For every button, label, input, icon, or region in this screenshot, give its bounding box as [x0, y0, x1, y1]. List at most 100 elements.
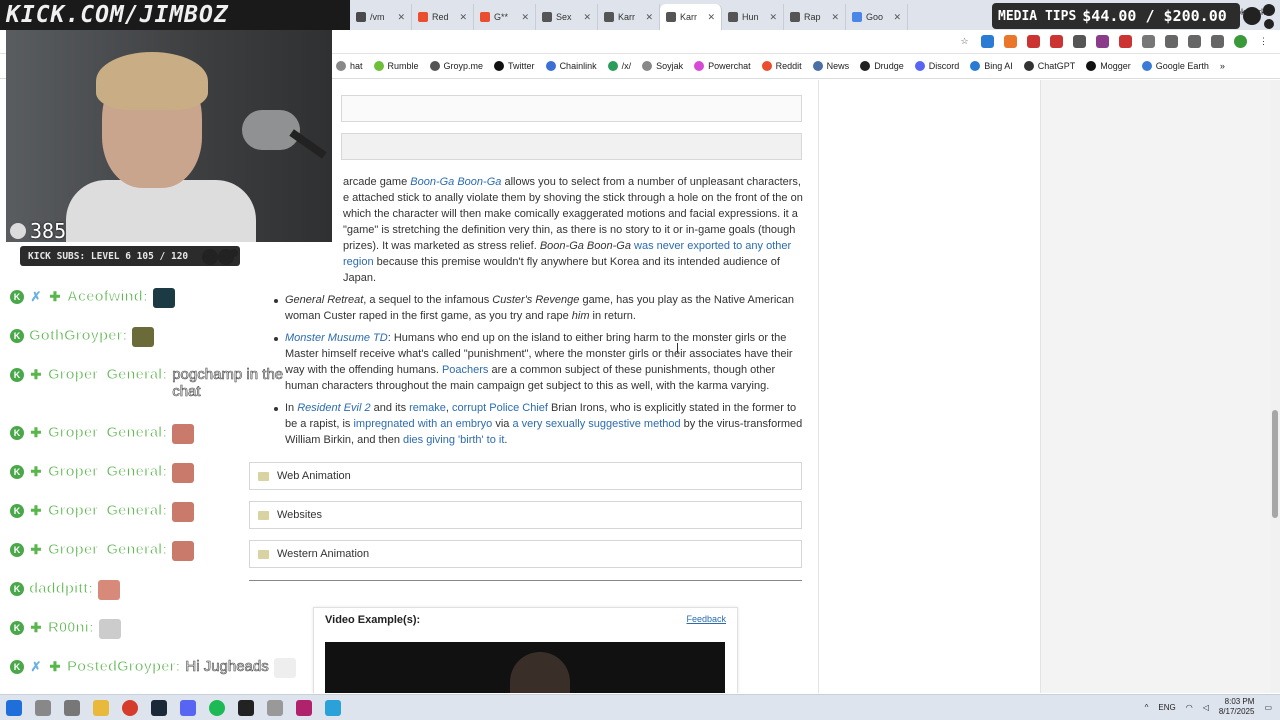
extension-icon[interactable] [1027, 35, 1040, 48]
bookmark-item[interactable]: Discord [914, 61, 959, 71]
bookmark-item[interactable]: hat [336, 61, 363, 71]
spotify-icon[interactable] [209, 700, 225, 716]
scrollbar-thumb[interactable] [1272, 410, 1278, 518]
extension-icon[interactable] [981, 35, 994, 48]
text: . [504, 434, 508, 446]
bookmark-item[interactable]: Bing AI [970, 61, 1013, 71]
discord-icon[interactable] [180, 700, 196, 716]
browser-tab[interactable]: Rap ✕ [784, 4, 846, 30]
start-menu-icon[interactable] [6, 700, 22, 716]
bookmark-item[interactable]: Twitter [494, 61, 535, 71]
bookmark-favicon-icon [429, 61, 440, 71]
steam-icon[interactable] [151, 700, 167, 716]
folder-websites[interactable]: Websites [249, 501, 802, 529]
clock[interactable]: 8:03 PM 8/17/2025 [1219, 697, 1255, 717]
close-icon[interactable]: ✕ [583, 12, 591, 23]
tab-favicon-icon [790, 12, 800, 22]
extension-icon[interactable] [1142, 35, 1155, 48]
puzzle-icon[interactable] [1165, 35, 1178, 48]
menu-icon[interactable] [1211, 35, 1224, 48]
browser-tab[interactable]: Karr ✕ [598, 4, 660, 30]
bookmark-item[interactable]: Soyjak [642, 61, 683, 71]
search-icon[interactable] [35, 700, 51, 716]
wifi-icon[interactable]: ◠ [1186, 703, 1193, 712]
bookmark-item[interactable]: Reddit [761, 61, 802, 71]
close-icon[interactable]: ✕ [831, 12, 839, 23]
bookmark-item[interactable]: /x/ [607, 61, 631, 71]
task-view-icon[interactable] [64, 700, 80, 716]
chrome-icon[interactable] [122, 700, 138, 716]
browser-tab[interactable]: Hun ✕ [722, 4, 784, 30]
browser-tab[interactable]: Karr ✕ [660, 4, 722, 30]
chat-username[interactable]: Groper_General: [47, 424, 167, 442]
police-chief-link[interactable]: corrupt Police Chief [452, 402, 548, 414]
folder-western-animation[interactable]: Western Animation [249, 540, 802, 568]
close-icon[interactable]: ✕ [893, 12, 901, 23]
speaker-icon[interactable]: ◁ [1203, 703, 1209, 712]
bookmark-item[interactable]: Mogger [1086, 61, 1131, 71]
extension-icon[interactable] [1050, 35, 1063, 48]
bookmark-item[interactable]: Powerchat [694, 61, 751, 71]
chat-username[interactable]: Groper_General: [47, 366, 167, 384]
video-example-panel: Video Example(s): Feedback [313, 607, 738, 693]
close-icon[interactable]: ✕ [769, 12, 777, 23]
bookmark-item[interactable]: Google Earth [1141, 61, 1209, 71]
chat-username[interactable]: Groper_General: [47, 463, 167, 481]
browser-tab[interactable]: Sex ✕ [536, 4, 598, 30]
bookmark-item[interactable]: Chainlink [545, 61, 597, 71]
chat-username[interactable]: R00ni: [48, 619, 95, 637]
close-icon[interactable]: ✕ [521, 12, 529, 23]
close-icon[interactable]: ✕ [459, 12, 467, 23]
bookmark-item[interactable]: Drudge [860, 61, 904, 71]
feedback-link[interactable]: Feedback [686, 614, 726, 624]
chat-username[interactable]: daddpitt: [28, 580, 93, 598]
chat-username[interactable]: Groper_General: [47, 502, 167, 520]
video-player[interactable] [325, 642, 725, 693]
kebab-menu-icon[interactable]: ⋮ [1257, 35, 1270, 48]
app-icon[interactable] [296, 700, 312, 716]
browser-tab[interactable]: Goo ✕ [846, 4, 908, 30]
chat-username[interactable]: Groper_General: [47, 541, 167, 559]
media-tips-widget: MEDIA TIPS $44.00 / $200.00 [992, 3, 1240, 29]
close-icon[interactable]: ✕ [645, 12, 653, 23]
extension-icon[interactable] [1073, 35, 1086, 48]
method-link[interactable]: a very sexually suggestive method [512, 418, 680, 430]
bookmark-item[interactable]: ChatGPT [1023, 61, 1075, 71]
viewers-icon [10, 223, 26, 239]
language-indicator[interactable]: ENG [1158, 703, 1175, 712]
extension-icon[interactable] [1096, 35, 1109, 48]
extension-icon[interactable] [1119, 35, 1132, 48]
browser-tab[interactable]: /vm ✕ [350, 4, 412, 30]
chevron-right-icon[interactable]: » [1220, 61, 1225, 71]
extension-icon[interactable] [1004, 35, 1017, 48]
collapsed-folder[interactable] [341, 95, 802, 122]
bookmark-item[interactable]: News [812, 61, 849, 71]
browser-tab[interactable]: G** ✕ [474, 4, 536, 30]
chevron-up-icon[interactable]: ^ [1145, 703, 1149, 712]
birth-link[interactable]: dies giving 'birth' to it [403, 434, 504, 446]
browser-tab[interactable]: Red ✕ [412, 4, 474, 30]
sidebar-icon[interactable] [1188, 35, 1201, 48]
star-icon[interactable]: ☆ [958, 35, 971, 48]
app-icon[interactable] [267, 700, 283, 716]
folder-web-animation[interactable]: Web Animation [249, 462, 802, 490]
page-scrollbar[interactable] [1270, 80, 1280, 693]
close-icon[interactable]: ✕ [707, 12, 715, 23]
file-explorer-icon[interactable] [93, 700, 109, 716]
bookmark-item[interactable]: Groyp.me [429, 61, 483, 71]
game-link[interactable]: Boon-Ga Boon-Ga [410, 176, 501, 188]
chat-username[interactable]: PostedGroyper: [66, 658, 180, 676]
close-icon[interactable]: ✕ [397, 12, 405, 23]
remake-link[interactable]: remake [409, 402, 446, 414]
chat-username[interactable]: GothGroyper: [28, 327, 127, 345]
app-icon[interactable] [325, 700, 341, 716]
chat-message: K ✗ ✚ Aceofwind: [10, 282, 310, 321]
notifications-icon[interactable]: ▭ [1264, 703, 1272, 712]
terminal-icon[interactable] [238, 700, 254, 716]
profile-avatar-icon[interactable] [1234, 35, 1247, 48]
embryo-link[interactable]: impregnated with an embryo [353, 418, 492, 430]
poachers-link[interactable]: Poachers [442, 364, 488, 376]
bookmark-item[interactable]: Rumble [373, 61, 419, 71]
collapsed-folder[interactable] [341, 133, 802, 160]
chat-username[interactable]: Aceofwind: [67, 288, 149, 306]
